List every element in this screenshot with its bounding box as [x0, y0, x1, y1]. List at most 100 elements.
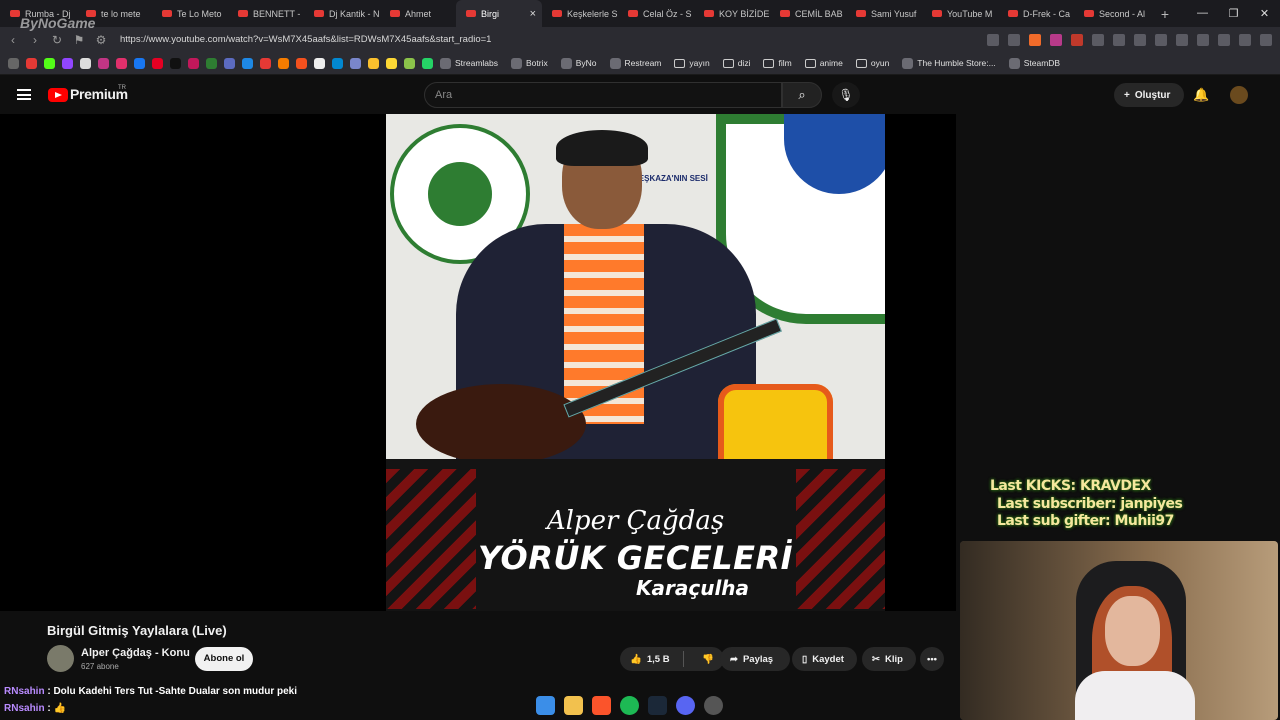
minimize-icon[interactable]: —: [1187, 7, 1218, 20]
subscribe-button[interactable]: Abone ol: [195, 647, 253, 671]
bookmark-icon[interactable]: [260, 57, 271, 69]
spotify-icon[interactable]: [620, 695, 639, 715]
restore-icon[interactable]: ❐: [1218, 7, 1249, 20]
clip-button[interactable]: ✂ Klip: [862, 647, 916, 671]
performer-hair: [556, 130, 648, 166]
extension-icon[interactable]: [1155, 33, 1167, 46]
apps-icon[interactable]: [8, 57, 19, 69]
new-tab-button[interactable]: +: [1154, 6, 1176, 22]
share-icon[interactable]: [1008, 33, 1020, 46]
bookmark-icon[interactable]: [98, 57, 109, 69]
file-explorer-icon[interactable]: [564, 695, 583, 715]
pinterest-bookmark-icon[interactable]: [152, 57, 163, 69]
save-button[interactable]: ▯ Kaydet: [792, 647, 857, 671]
account-avatar[interactable]: [1230, 86, 1248, 104]
bookmark-item[interactable]: ByNo: [560, 57, 597, 69]
browser-tab[interactable]: Celal Öz - S: [618, 0, 694, 27]
wallet-icon[interactable]: [1239, 33, 1251, 46]
bookmark-icon[interactable]: [332, 57, 343, 69]
create-button[interactable]: + Oluştur: [1114, 83, 1184, 107]
browser-tab[interactable]: CEMİL BAB: [770, 0, 846, 27]
bookmark-icon[interactable]: [350, 57, 361, 69]
menu-icon[interactable]: [1260, 33, 1272, 46]
brave-browser-icon[interactable]: [592, 695, 611, 715]
browser-tab[interactable]: KOY BİZİDE: [694, 0, 770, 27]
steam-icon[interactable]: [648, 695, 667, 715]
kick-bookmark-icon[interactable]: [44, 57, 55, 69]
browser-tab[interactable]: Keşkelerle S: [542, 0, 618, 27]
bookmark-icon[interactable]: [206, 57, 217, 69]
browser-tab[interactable]: Te Lo Meto: [152, 0, 228, 27]
bookmark-icon[interactable]: [404, 57, 415, 69]
gmail-icon[interactable]: [1071, 33, 1083, 46]
bookmark-folder[interactable]: anime: [804, 58, 843, 68]
notifications-bell-icon[interactable]: 🔔: [1193, 87, 1209, 103]
search-input[interactable]: Ara: [424, 82, 782, 108]
extension-icon[interactable]: [987, 33, 999, 46]
discord-icon[interactable]: [676, 695, 695, 715]
search-button[interactable]: ⌕: [782, 82, 822, 108]
bookmark-icon[interactable]: ⚑: [72, 33, 86, 47]
instagram-bookmark-icon[interactable]: [116, 57, 127, 69]
sidebar-icon[interactable]: [1197, 33, 1209, 46]
bookmark-folder[interactable]: dizi: [722, 58, 751, 68]
close-window-icon[interactable]: ✕: [1249, 7, 1280, 20]
close-tab-icon[interactable]: ×: [530, 8, 536, 20]
browser-tab[interactable]: Birgi ×: [456, 0, 542, 27]
facebook-bookmark-icon[interactable]: [134, 57, 145, 69]
whatsapp-bookmark-icon[interactable]: [422, 57, 433, 69]
obs-icon[interactable]: [704, 695, 723, 715]
forward-icon[interactable]: ›: [28, 33, 42, 47]
bookmark-item[interactable]: The Humble Store:...: [902, 57, 996, 69]
extension-icon[interactable]: [1134, 33, 1146, 46]
bookmark-item[interactable]: SteamDB: [1008, 57, 1060, 69]
thumbs-down-icon[interactable]: 👎: [702, 654, 714, 665]
browser-tab[interactable]: Dj Kantik - N: [304, 0, 380, 27]
amazon-bookmark-icon[interactable]: [314, 57, 325, 69]
bookmark-icon[interactable]: [224, 57, 235, 69]
browser-tab[interactable]: Ahmet: [380, 0, 456, 27]
bookmark-icon[interactable]: [296, 57, 307, 69]
bookmark-item[interactable]: Botrix: [511, 57, 548, 69]
share-button[interactable]: ➦ Paylaş: [720, 647, 790, 671]
hamburger-menu-icon[interactable]: [17, 89, 31, 100]
youtube-bookmark-icon[interactable]: [26, 57, 37, 69]
youtube-logo-icon[interactable]: [48, 88, 68, 102]
site-settings-icon[interactable]: ⚙: [94, 33, 108, 47]
channel-name[interactable]: Alper Çağdaş - Konu: [81, 647, 190, 659]
channel-avatar[interactable]: [47, 645, 74, 672]
bookmark-icon[interactable]: [188, 57, 199, 69]
browser-tab[interactable]: D-Frek - Ca: [998, 0, 1074, 27]
binance-bookmark-icon[interactable]: [386, 57, 397, 69]
bookmark-item[interactable]: Restream: [609, 57, 661, 69]
browser-tab[interactable]: BENNETT -: [228, 0, 304, 27]
url-field[interactable]: https://www.youtube.com/watch?v=WsM7X45a…: [120, 34, 979, 45]
bookmark-folder[interactable]: oyun: [855, 58, 889, 68]
bookmark-folder[interactable]: yayın: [674, 58, 710, 68]
bookmark-folder[interactable]: film: [763, 58, 792, 68]
windows-start-icon[interactable]: [536, 695, 555, 715]
more-actions-button[interactable]: •••: [920, 647, 944, 671]
bookmark-item[interactable]: Streamlabs: [440, 57, 498, 69]
voice-search-button[interactable]: 🎙: [832, 82, 860, 108]
bookmark-icon[interactable]: [242, 57, 253, 69]
bookmark-icon[interactable]: [368, 57, 379, 69]
rewards-icon[interactable]: [1050, 33, 1062, 46]
extension-icon[interactable]: [1092, 33, 1104, 46]
twitch-bookmark-icon[interactable]: [62, 57, 73, 69]
browser-tab[interactable]: YouTube M: [922, 0, 998, 27]
bookmark-icon[interactable]: [278, 57, 289, 69]
browser-tab[interactable]: Sami Yusuf: [846, 0, 922, 27]
bookmark-label: dizi: [737, 58, 751, 68]
puzzle-icon[interactable]: [1176, 33, 1188, 46]
back-icon[interactable]: ‹: [6, 33, 20, 47]
video-frame[interactable]: BEŞKAZA'NIN SESİ Alper Çağdaş YÖRÜK GECE…: [386, 114, 885, 611]
x-bookmark-icon[interactable]: [80, 57, 91, 69]
browser-tab[interactable]: Second - Al: [1074, 0, 1150, 27]
brave-shield-icon[interactable]: [1029, 33, 1041, 46]
tiktok-bookmark-icon[interactable]: [170, 57, 181, 69]
media-icon[interactable]: [1218, 33, 1230, 46]
reload-icon[interactable]: ↻: [50, 33, 64, 47]
extension-icon[interactable]: [1113, 33, 1125, 46]
like-button[interactable]: 👍 1,5 B 👎: [620, 647, 724, 671]
